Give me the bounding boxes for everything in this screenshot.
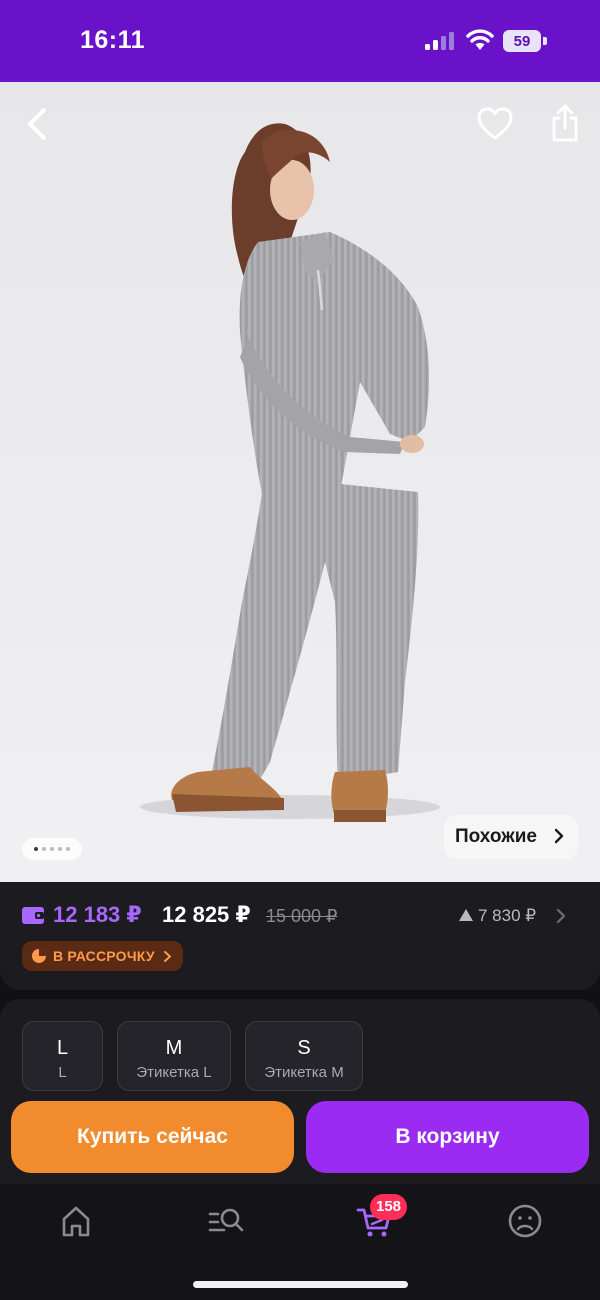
price-panel: 12 183 ₽ 12 825 ₽ 15 000 ₽ 7 830 ₽ В РАС… bbox=[0, 882, 600, 990]
catalog-search-icon[interactable] bbox=[206, 1202, 246, 1240]
pagination-dot bbox=[34, 847, 38, 851]
size-sub-label: Этикетка L bbox=[136, 1064, 212, 1081]
share-icon[interactable] bbox=[548, 102, 582, 144]
profile-icon[interactable] bbox=[505, 1202, 545, 1240]
wifi-icon bbox=[466, 29, 494, 50]
pagination-dot bbox=[50, 847, 54, 851]
chevron-right-icon bbox=[163, 951, 171, 962]
back-icon[interactable] bbox=[20, 104, 56, 144]
product-photo[interactable]: Похожие bbox=[0, 82, 600, 882]
status-bar: 16:11 59 bbox=[0, 0, 600, 82]
home-indicator bbox=[193, 1281, 408, 1288]
pagination-dot bbox=[58, 847, 62, 851]
points-triangle-icon bbox=[459, 909, 473, 921]
chevron-right-icon[interactable] bbox=[556, 908, 566, 924]
status-time: 16:11 bbox=[80, 26, 146, 54]
pie-chart-icon bbox=[32, 949, 46, 963]
size-main-label: L bbox=[56, 1037, 69, 1059]
add-to-cart-label: В корзину bbox=[395, 1125, 500, 1148]
chevron-right-icon bbox=[554, 828, 564, 844]
similar-products-button[interactable]: Похожие bbox=[444, 815, 578, 859]
size-option-l[interactable]: L L bbox=[22, 1021, 103, 1091]
gallery-pagination bbox=[22, 838, 82, 860]
points-value[interactable]: 7 830 ₽ bbox=[478, 906, 536, 926]
size-option-m[interactable]: M Этикетка L bbox=[117, 1021, 231, 1091]
installment-label: В РАССРОЧКУ bbox=[53, 948, 155, 964]
current-price: 12 825 ₽ bbox=[162, 902, 251, 927]
old-price: 15 000 ₽ bbox=[266, 906, 338, 926]
size-main-label: M bbox=[165, 1037, 183, 1059]
heart-icon[interactable] bbox=[476, 106, 514, 142]
size-main-label: S bbox=[297, 1037, 311, 1059]
installment-button[interactable]: В РАССРОЧКУ bbox=[22, 941, 183, 971]
buy-now-button[interactable]: Купить сейчас bbox=[11, 1101, 294, 1173]
add-to-cart-button[interactable]: В корзину bbox=[306, 1101, 589, 1173]
home-icon[interactable] bbox=[56, 1202, 96, 1240]
battery-icon: 59 bbox=[503, 30, 547, 52]
wallet-icon bbox=[22, 907, 44, 924]
size-sub-label: L bbox=[58, 1064, 67, 1081]
pagination-dot bbox=[42, 847, 46, 851]
pagination-dot bbox=[66, 847, 70, 851]
product-image bbox=[140, 123, 440, 822]
size-option-s[interactable]: S Этикетка M bbox=[245, 1021, 363, 1091]
card-price: 12 183 ₽ bbox=[53, 902, 142, 927]
cart-count-badge: 158 bbox=[370, 1194, 408, 1220]
cellular-signal-icon bbox=[425, 32, 454, 50]
buy-now-label: Купить сейчас bbox=[77, 1125, 228, 1148]
similar-label: Похожие bbox=[455, 826, 537, 847]
bottom-navigation: 158 bbox=[0, 1184, 600, 1300]
battery-level: 59 bbox=[503, 30, 541, 52]
size-sub-label: Этикетка M bbox=[264, 1064, 344, 1081]
